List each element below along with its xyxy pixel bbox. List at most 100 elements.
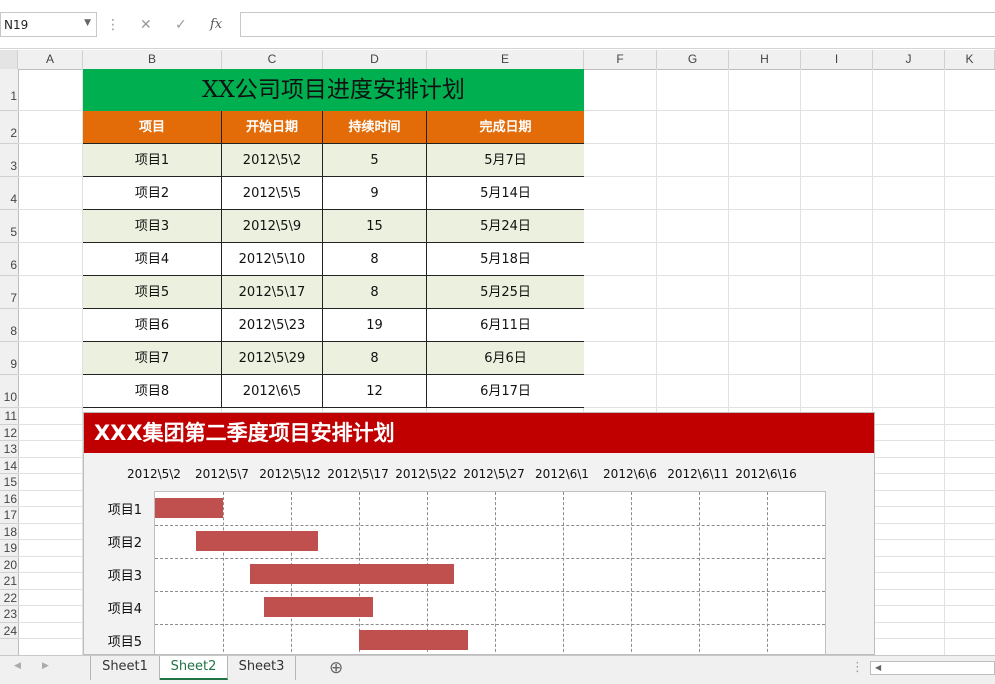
y-tick-label: 项目1 bbox=[107, 503, 142, 518]
row-header[interactable]: 19 bbox=[0, 540, 18, 557]
row-header[interactable]: 1 bbox=[0, 69, 18, 111]
table-cell[interactable]: 项目8 bbox=[83, 375, 222, 408]
table-cell[interactable]: 6月17日 bbox=[427, 375, 584, 408]
row-header[interactable]: 9 bbox=[0, 342, 18, 375]
column-header[interactable]: K bbox=[945, 50, 995, 69]
header-cell[interactable]: 项目 bbox=[83, 111, 222, 144]
column-header[interactable]: C bbox=[222, 50, 323, 69]
more-options-icon[interactable]: ⋮ bbox=[851, 660, 864, 675]
sheet-tab-sheet1[interactable]: Sheet1 bbox=[90, 656, 160, 680]
row-header[interactable]: 12 bbox=[0, 425, 18, 441]
table-title[interactable]: XX公司项目进度安排计划 bbox=[83, 69, 584, 111]
row-header[interactable]: 20 bbox=[0, 557, 18, 573]
table-cell[interactable]: 2012\5\5 bbox=[222, 177, 323, 210]
table-cell[interactable]: 项目2 bbox=[83, 177, 222, 210]
gantt-bar[interactable] bbox=[359, 630, 468, 650]
table-cell[interactable]: 2012\5\17 bbox=[222, 276, 323, 309]
formula-input[interactable] bbox=[240, 12, 995, 37]
table-cell[interactable]: 8 bbox=[323, 276, 427, 309]
column-header[interactable]: D bbox=[323, 50, 427, 69]
table-cell[interactable]: 5月25日 bbox=[427, 276, 584, 309]
header-cell[interactable]: 开始日期 bbox=[222, 111, 323, 144]
plot-area bbox=[154, 491, 826, 654]
table-cell[interactable]: 5月18日 bbox=[427, 243, 584, 276]
scroll-left-icon[interactable]: ◀ bbox=[875, 663, 881, 672]
table-cell[interactable]: 5月14日 bbox=[427, 177, 584, 210]
table-cell[interactable]: 2012\6\5 bbox=[222, 375, 323, 408]
table-cell[interactable]: 5 bbox=[323, 144, 427, 177]
gantt-bar[interactable] bbox=[195, 531, 319, 551]
table-cell[interactable]: 6月11日 bbox=[427, 309, 584, 342]
gridline bbox=[767, 492, 768, 654]
table-cell[interactable]: 2012\5\2 bbox=[222, 144, 323, 177]
table-cell[interactable]: 项目4 bbox=[83, 243, 222, 276]
sheet-tab-bar: ◀ ▶ Sheet1 Sheet2 Sheet3 ⊕ ⋮ bbox=[0, 655, 995, 684]
column-header[interactable]: E bbox=[427, 50, 584, 69]
table-cell[interactable]: 12 bbox=[323, 375, 427, 408]
row-header[interactable]: 8 bbox=[0, 309, 18, 342]
name-box[interactable]: N19 ▼ bbox=[0, 12, 97, 37]
column-header[interactable]: J bbox=[873, 50, 945, 69]
row-header[interactable]: 11 bbox=[0, 408, 18, 425]
next-sheet-icon[interactable]: ▶ bbox=[42, 661, 49, 671]
table-cell[interactable]: 8 bbox=[323, 243, 427, 276]
column-header[interactable]: A bbox=[18, 50, 83, 69]
row-header[interactable]: 18 bbox=[0, 524, 18, 540]
row-header[interactable]: 5 bbox=[0, 210, 18, 243]
table-cell[interactable]: 项目7 bbox=[83, 342, 222, 375]
row-header[interactable]: 4 bbox=[0, 177, 18, 210]
horizontal-scrollbar[interactable]: ◀ bbox=[870, 661, 995, 675]
table-cell[interactable]: 项目6 bbox=[83, 309, 222, 342]
header-cell[interactable]: 完成日期 bbox=[427, 111, 584, 144]
row-header[interactable]: 23 bbox=[0, 606, 18, 623]
table-cell[interactable]: 2012\5\23 bbox=[222, 309, 323, 342]
column-header[interactable]: G bbox=[657, 50, 729, 69]
row-header[interactable]: 6 bbox=[0, 243, 18, 276]
table-cell[interactable]: 5月7日 bbox=[427, 144, 584, 177]
column-header[interactable]: B bbox=[83, 50, 222, 69]
row-header[interactable]: 14 bbox=[0, 458, 18, 474]
gantt-chart[interactable]: XXX集团第二季度项目安排计划 2012\5\2 2012\5\7 2012\5\1… bbox=[83, 412, 875, 655]
column-header[interactable]: I bbox=[801, 50, 873, 69]
table-cell[interactable]: 8 bbox=[323, 342, 427, 375]
row-header[interactable]: 3 bbox=[0, 144, 18, 177]
table-cell[interactable]: 5月24日 bbox=[427, 210, 584, 243]
row-header[interactable]: 10 bbox=[0, 375, 18, 408]
row-header[interactable]: 22 bbox=[0, 590, 18, 606]
x-tick-label: 2012\5\27 bbox=[463, 467, 525, 481]
table-cell[interactable]: 项目1 bbox=[83, 144, 222, 177]
table-cell[interactable]: 9 bbox=[323, 177, 427, 210]
table-cell[interactable]: 项目5 bbox=[83, 276, 222, 309]
table-cell[interactable]: 19 bbox=[323, 309, 427, 342]
table-cell[interactable]: 项目3 bbox=[83, 210, 222, 243]
row-header[interactable]: 13 bbox=[0, 441, 18, 458]
row-header[interactable]: 24 bbox=[0, 623, 18, 639]
column-header[interactable]: H bbox=[729, 50, 801, 69]
sheet-tab-sheet2[interactable]: Sheet2 bbox=[160, 656, 228, 680]
column-header[interactable]: F bbox=[584, 50, 657, 69]
cancel-icon[interactable]: ✕ bbox=[140, 17, 152, 33]
table-cell[interactable]: 2012\5\9 bbox=[222, 210, 323, 243]
gantt-bar[interactable] bbox=[263, 597, 373, 617]
table-cell[interactable]: 6月6日 bbox=[427, 342, 584, 375]
row-header[interactable]: 15 bbox=[0, 474, 18, 491]
x-tick-label: 2012\5\7 bbox=[195, 467, 249, 481]
row-header[interactable]: 16 bbox=[0, 491, 18, 507]
row-header[interactable]: 2 bbox=[0, 111, 18, 144]
header-cell[interactable]: 持续时间 bbox=[323, 111, 427, 144]
row-header[interactable]: 21 bbox=[0, 573, 18, 590]
add-sheet-icon[interactable]: ⊕ bbox=[329, 658, 343, 678]
row-header[interactable]: 7 bbox=[0, 276, 18, 309]
enter-icon[interactable]: ✓ bbox=[175, 17, 187, 33]
gantt-bar[interactable] bbox=[155, 498, 223, 518]
prev-sheet-icon[interactable]: ◀ bbox=[14, 661, 21, 671]
row-header[interactable]: 17 bbox=[0, 507, 18, 524]
table-cell[interactable]: 2012\5\10 bbox=[222, 243, 323, 276]
table-cell[interactable]: 2012\5\29 bbox=[222, 342, 323, 375]
select-all-corner[interactable] bbox=[0, 50, 18, 69]
sheet-tab-sheet3[interactable]: Sheet3 bbox=[228, 656, 296, 680]
chevron-down-icon[interactable]: ▼ bbox=[84, 18, 91, 28]
table-cell[interactable]: 15 bbox=[323, 210, 427, 243]
insert-function-icon[interactable]: fx bbox=[210, 17, 222, 32]
gantt-bar[interactable] bbox=[250, 564, 455, 584]
